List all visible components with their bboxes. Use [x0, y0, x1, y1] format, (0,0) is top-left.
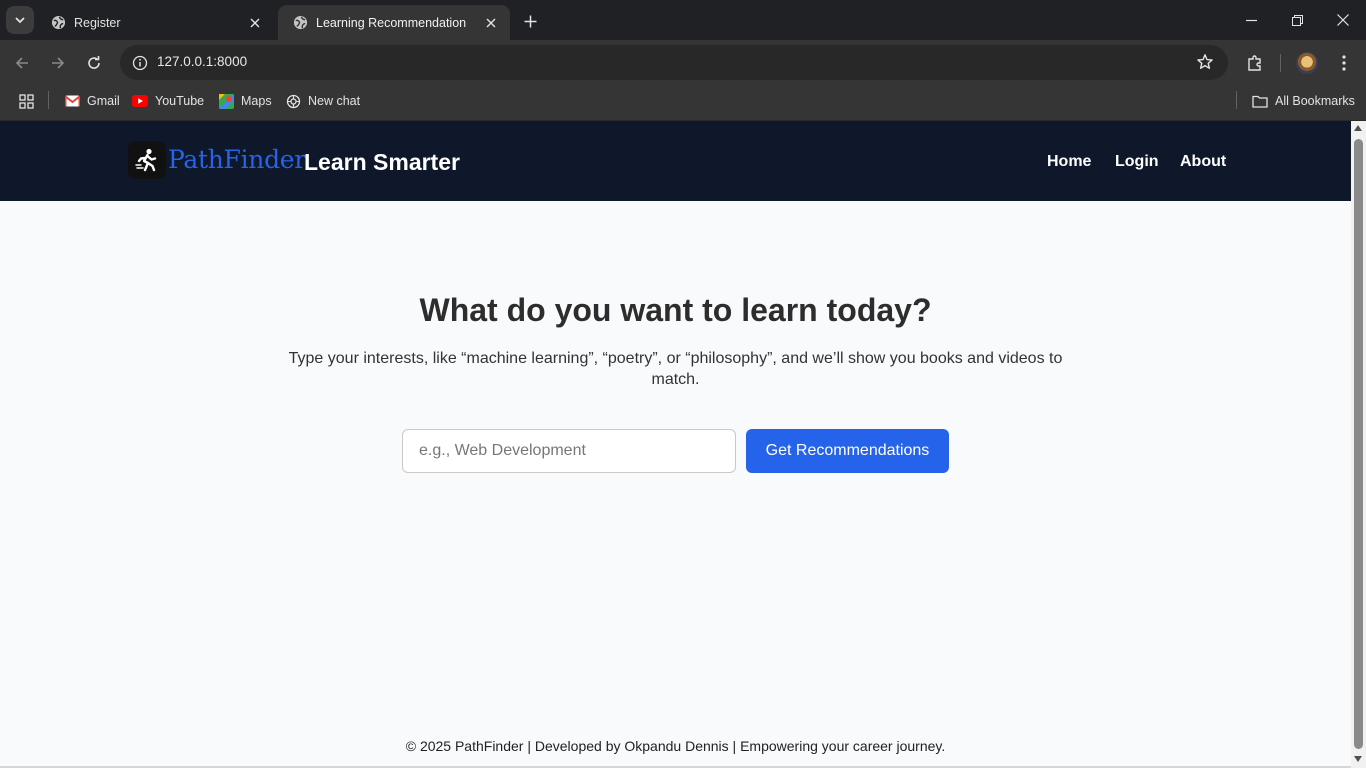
profile-button[interactable] — [1293, 49, 1321, 77]
close-icon[interactable] — [246, 14, 264, 32]
bookmarks-bar: Gmail YouTube Maps New chat All Bookmark… — [0, 85, 1366, 121]
minimize-icon — [1245, 19, 1257, 21]
globe-icon — [292, 15, 308, 31]
nav-about[interactable]: About — [1180, 153, 1226, 171]
close-icon[interactable] — [482, 14, 500, 32]
tab-register[interactable]: Register — [36, 5, 274, 40]
tab-title: Learning Recommendation — [316, 15, 467, 30]
plus-icon — [524, 15, 536, 27]
tab-title: Register — [74, 15, 121, 30]
bookmark-gmail[interactable]: Gmail — [64, 93, 120, 109]
all-bookmarks-button[interactable]: All Bookmarks — [1252, 93, 1355, 109]
bookmark-new-chat[interactable]: New chat — [285, 93, 360, 109]
site-info-icon[interactable] — [126, 49, 153, 76]
forward-button[interactable] — [44, 49, 72, 77]
toolbar-divider — [1280, 54, 1281, 72]
folder-icon — [1252, 93, 1268, 109]
bookmark-label: New chat — [308, 94, 361, 108]
youtube-icon — [132, 93, 148, 109]
avatar — [1296, 52, 1318, 74]
apps-button[interactable] — [18, 93, 41, 109]
bookmark-label: Maps — [241, 94, 272, 108]
bookmark-label: All Bookmarks — [1275, 94, 1355, 108]
bookmark-star-icon[interactable] — [1196, 53, 1214, 76]
scroll-down-arrow-icon[interactable] — [1354, 756, 1362, 762]
gmail-icon — [64, 93, 80, 109]
globe-icon — [50, 15, 66, 31]
tab-learning-recommendation[interactable]: Learning Recommendation — [278, 5, 510, 40]
browser-menu-button[interactable] — [1330, 49, 1358, 77]
scroll-up-arrow-icon[interactable] — [1354, 125, 1362, 131]
extensions-button[interactable] — [1241, 49, 1269, 77]
bookmark-maps[interactable]: Maps — [218, 93, 272, 109]
browser-tab-strip: Register Learning Recommendation — [0, 0, 1366, 40]
puzzle-icon — [1248, 55, 1261, 71]
minimize-button[interactable] — [1228, 0, 1274, 40]
apps-grid-icon — [18, 93, 34, 109]
back-button[interactable] — [8, 49, 36, 77]
bookmark-label: YouTube — [155, 94, 205, 108]
runner-logo-icon — [135, 148, 157, 172]
site-tagline: Learn Smarter — [304, 149, 460, 175]
restore-button[interactable] — [1274, 0, 1320, 40]
arrow-right-icon — [52, 57, 65, 69]
bookmark-youtube[interactable]: YouTube — [132, 93, 204, 109]
new-tab-button[interactable] — [518, 9, 542, 33]
arrow-left-icon — [15, 57, 28, 69]
browser-toolbar: 127.0.0.1:8000 — [0, 40, 1366, 85]
logo-text[interactable]: PathFinder — [168, 145, 306, 174]
logo-mark[interactable] — [128, 141, 166, 179]
page-title: What do you want to learn today? — [419, 292, 932, 328]
scrollbar-thumb[interactable] — [1354, 139, 1363, 749]
reload-button[interactable] — [80, 49, 108, 77]
site-footer: © 2025 PathFinder | Developed by Okpandu… — [405, 738, 946, 754]
chevron-down-icon — [15, 17, 25, 24]
url-text: 127.0.0.1:8000 — [157, 54, 248, 69]
openai-icon — [285, 93, 301, 109]
bookmarks-divider — [1236, 91, 1237, 109]
nav-login[interactable]: Login — [1115, 153, 1159, 171]
more-vertical-icon — [1342, 55, 1346, 71]
vertical-scrollbar[interactable] — [1351, 121, 1366, 768]
close-icon — [1337, 14, 1349, 26]
reload-icon — [88, 56, 100, 69]
tab-search-button[interactable] — [6, 6, 34, 34]
page-subtitle: Type your interests, like “machine learn… — [288, 350, 1063, 388]
restore-icon — [1291, 14, 1303, 26]
get-recommendations-button[interactable]: Get Recommendations — [746, 429, 949, 473]
bookmarks-divider — [48, 91, 49, 109]
close-window-button[interactable] — [1320, 0, 1366, 40]
maps-icon — [218, 93, 234, 109]
interest-search-input[interactable] — [402, 429, 736, 473]
site-header: PathFinder Learn Smarter Home Login Abou… — [0, 121, 1351, 201]
nav-home[interactable]: Home — [1047, 153, 1091, 171]
address-bar[interactable]: 127.0.0.1:8000 — [120, 45, 1228, 80]
bookmark-label: Gmail — [87, 94, 120, 108]
